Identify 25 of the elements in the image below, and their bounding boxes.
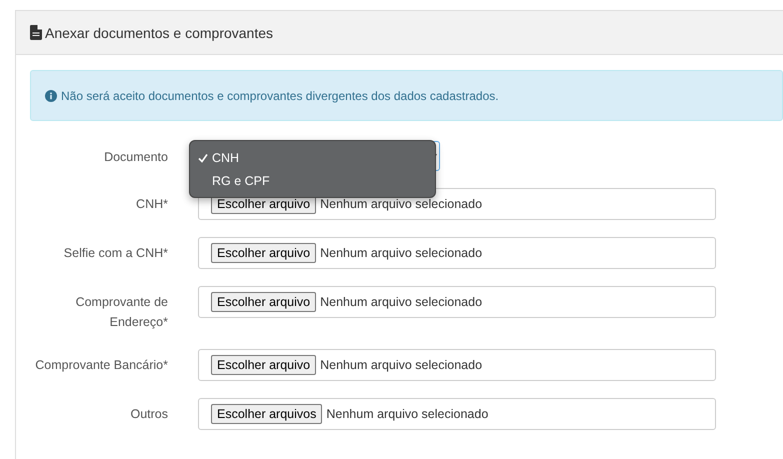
field-label: Comprovante Bancário* — [34, 357, 168, 374]
file-status: Nenhum arquivo selecionado — [326, 407, 488, 421]
file-status: Nenhum arquivo selecionado — [320, 295, 482, 309]
alert-text: Não será aceito documentos e comprovantes divergentes dos dados cadastrados. — [61, 88, 499, 102]
panel-title: Anexar documentos e comprovantes — [45, 24, 274, 40]
file-input[interactable]: Escolher arquivo Nenhum arquivo selecionado — [198, 286, 716, 318]
field-label: Comprovante de Endereço* — [74, 294, 168, 331]
choose-file-button[interactable]: Escolher arquivo — [211, 355, 316, 375]
file-status: Nenhum arquivo selecionado — [320, 358, 482, 372]
document-icon — [30, 25, 42, 40]
file-input[interactable]: Escolher arquivo Nenhum arquivo selecionado — [198, 349, 716, 381]
file-status: Nenhum arquivo selecionado — [320, 246, 482, 260]
file-input[interactable]: Escolher arquivos Nenhum arquivo selecionado — [198, 398, 716, 430]
info-icon — [45, 90, 57, 102]
file-input[interactable]: Escolher arquivo Nenhum arquivo selecionado — [198, 237, 716, 269]
choose-file-button[interactable]: Escolher arquivos — [211, 404, 322, 424]
field-label: Documento — [103, 149, 168, 166]
field-label: CNH* — [135, 196, 168, 213]
choose-file-button[interactable]: Escolher arquivo — [211, 243, 316, 263]
dropdown-option[interactable]: CNH — [190, 146, 435, 169]
file-status: Nenhum arquivo selecionado — [320, 197, 482, 211]
field-label: Selfie com a CNH* — [62, 245, 168, 262]
file-input[interactable]: Escolher arquivo Nenhum arquivo selecionado — [198, 188, 716, 220]
choose-file-button[interactable]: Escolher arquivo — [211, 292, 316, 312]
field-label: Outros — [129, 406, 168, 423]
